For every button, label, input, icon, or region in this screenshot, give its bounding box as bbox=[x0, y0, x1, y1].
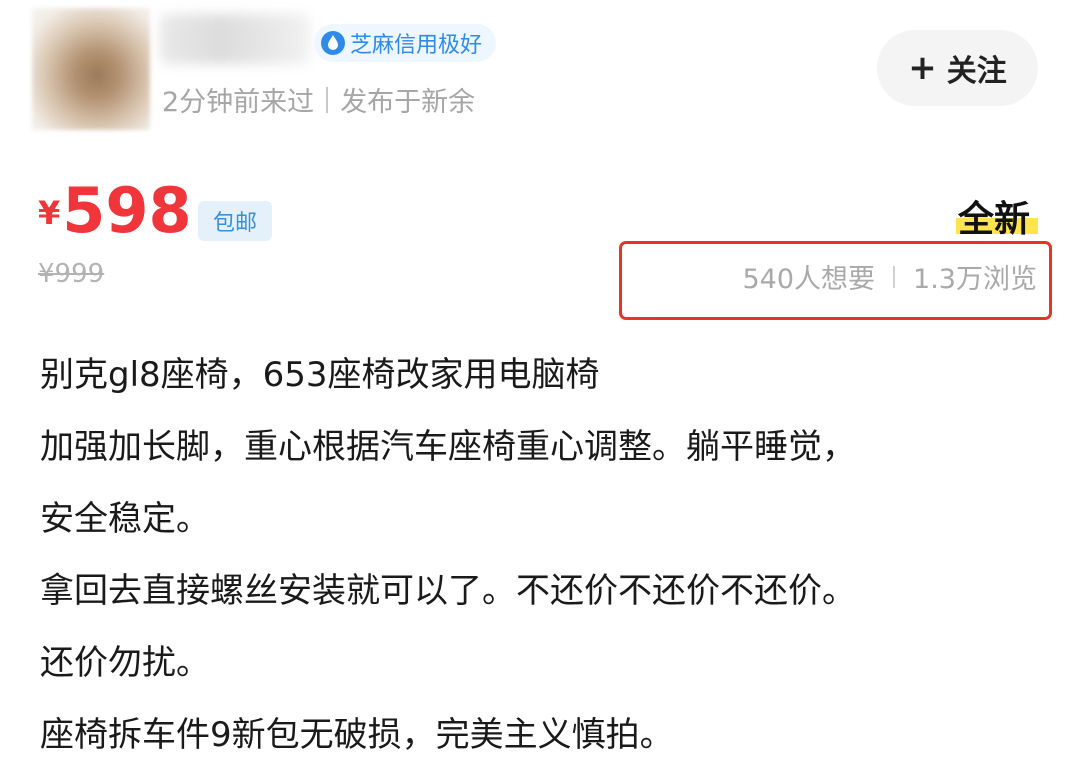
plus-icon: + bbox=[908, 48, 937, 88]
follow-button[interactable]: + 关注 bbox=[877, 30, 1038, 106]
description-line: 座椅拆车件9新包无破损，完美主义慎拍。 bbox=[40, 715, 674, 755]
location-text: 发布于新余 bbox=[340, 87, 476, 118]
last-seen-text: 2分钟前来过 bbox=[162, 87, 315, 118]
currency-symbol: ¥ bbox=[38, 194, 61, 232]
stats-divider bbox=[893, 265, 896, 288]
avatar[interactable] bbox=[32, 8, 150, 130]
description: 别克gl8座椅，653座椅改家用电脑椅 加强加长脚，重心根据汽车座椅重心调整。躺… bbox=[40, 348, 856, 780]
sesame-drop-icon bbox=[320, 30, 346, 56]
credit-badge[interactable]: 芝麻信用极好 bbox=[314, 24, 497, 62]
seller-name-blurred[interactable] bbox=[160, 14, 310, 64]
original-price: ¥999 bbox=[38, 259, 105, 289]
price-row: ¥ 598 bbox=[38, 180, 192, 242]
price: 598 bbox=[62, 174, 192, 247]
seller-meta: 2分钟前来过 发布于新余 bbox=[162, 80, 475, 119]
description-line: 加强加长脚，重心根据汽车座椅重心调整。躺平睡觉， bbox=[40, 427, 856, 467]
description-line: 拿回去直接螺丝安装就可以了。不还价不还价不还价。 bbox=[40, 571, 856, 611]
free-shipping-tag: 包邮 bbox=[198, 201, 272, 241]
meta-divider bbox=[326, 86, 329, 113]
credit-badge-label: 芝麻信用极好 bbox=[350, 33, 483, 58]
listing-stats: 540人想要 1.3万浏览 bbox=[743, 257, 1038, 296]
description-line: 还价勿扰。 bbox=[40, 643, 210, 683]
description-line: 安全稳定。 bbox=[40, 499, 210, 539]
wants-count: 540人想要 bbox=[742, 264, 876, 295]
condition-label: 全新 bbox=[958, 199, 1031, 240]
follow-button-label: 关注 bbox=[946, 54, 1007, 89]
description-line: 别克gl8座椅，653座椅改家用电脑椅 bbox=[40, 355, 600, 395]
views-count: 1.3万浏览 bbox=[913, 264, 1037, 295]
